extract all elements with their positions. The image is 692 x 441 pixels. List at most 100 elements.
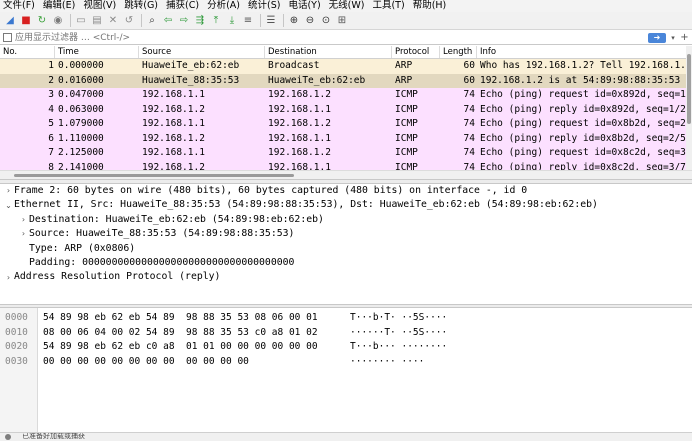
first-packet-icon[interactable]: ⤒: [209, 14, 223, 28]
packet-info: Who has 192.168.1.2? Tell 192.168.1.1: [480, 60, 686, 71]
save-file-icon[interactable]: ▤: [90, 14, 104, 28]
menu-item-10[interactable]: 帮助(H): [413, 0, 447, 12]
packet-no: 7: [48, 147, 54, 158]
column-header-no[interactable]: No.: [0, 46, 55, 58]
detail-row[interactable]: › Frame 2: 60 bytes on wire (480 bits), 6…: [0, 184, 692, 198]
zoom-out-icon[interactable]: ⊖: [303, 14, 317, 28]
detail-row[interactable]: › Source: HuaweiTe_88:35:53 (54:89:98:88:…: [0, 227, 692, 241]
stop-capture-icon[interactable]: ■: [19, 14, 33, 28]
vertical-scrollbar-thumb[interactable]: [687, 54, 691, 124]
menu-item-9[interactable]: 工具(T): [372, 0, 404, 12]
packet-length: 60: [463, 60, 475, 71]
byte-ascii[interactable]: ········ ····: [350, 355, 424, 370]
byte-ascii[interactable]: T···b·T· ··5S····: [350, 311, 447, 326]
expert-info-icon[interactable]: [5, 434, 11, 440]
packet-row[interactable]: 5 1.079000 192.168.1.1 192.168.1.2 ICMP 74 Ech…: [0, 117, 686, 132]
byte-hex[interactable]: 54 89 98 eb 62 eb 54 89 98 88 35 53 08 0…: [43, 311, 318, 326]
find-packet-icon[interactable]: ⌕: [145, 14, 159, 28]
packet-no: 8: [48, 161, 54, 171]
byte-hex[interactable]: 08 00 06 04 00 02 54 89 98 88 35 53 c0 a…: [43, 326, 318, 341]
last-packet-icon[interactable]: ⤓: [225, 14, 239, 28]
menu-item-7[interactable]: 电话(Y): [288, 0, 320, 12]
add-filter-button-icon[interactable]: +: [679, 32, 690, 44]
packet-row[interactable]: 1 0.000000 HuaweiTe_eb:62:eb Broadcast ARP 60…: [0, 59, 686, 74]
detail-text: Destination: HuaweiTe_eb:62:eb (54:89:98…: [29, 213, 324, 225]
packet-time: 1.110000: [58, 132, 104, 144]
detail-row[interactable]: › Destination: HuaweiTe_eb:62:eb (54:89:9…: [0, 213, 692, 227]
packet-length: 74: [463, 132, 475, 144]
packet-source: HuaweiTe_88:35:53: [142, 74, 240, 86]
apply-filter-button[interactable]: ➜: [648, 33, 666, 43]
detail-row[interactable]: Type: ARP (0x0806): [0, 242, 692, 256]
packet-row[interactable]: 3 0.047000 192.168.1.1 192.168.1.2 ICMP 74 Ech…: [0, 88, 686, 103]
horizontal-scrollbar-thumb[interactable]: [14, 174, 294, 177]
packet-list-horizontal-scrollbar[interactable]: [0, 170, 692, 179]
menu-item-0[interactable]: 文件(F): [3, 0, 35, 12]
menu-item-8[interactable]: 无线(W): [329, 0, 365, 12]
menu-item-6[interactable]: 统计(S): [248, 0, 280, 12]
packet-info: Echo (ping) request id=0x8b2d, seq=2/512…: [480, 118, 686, 129]
auto-scroll-icon[interactable]: ≡: [241, 14, 255, 28]
column-header-source[interactable]: Source: [139, 46, 265, 58]
packet-length: 74: [463, 147, 475, 158]
expand-arrow-icon[interactable]: ›: [3, 184, 14, 198]
bytes-row: 0020 54 89 98 eb 62 eb c0 a8 01 01 00 00 …: [0, 340, 692, 355]
byte-hex[interactable]: 00 00 00 00 00 00 00 00 00 00 00 00: [43, 355, 249, 370]
zoom-in-icon[interactable]: ⊕: [287, 14, 301, 28]
menu-item-4[interactable]: 捕获(C): [166, 0, 199, 12]
go-back-icon[interactable]: ⇦: [161, 14, 175, 28]
colorize-icon[interactable]: ☰: [264, 14, 278, 28]
menu-item-5[interactable]: 分析(A): [207, 0, 240, 12]
expand-arrow-icon[interactable]: ›: [18, 227, 29, 241]
reload-file-icon[interactable]: ↺: [122, 14, 136, 28]
resize-columns-icon[interactable]: ⊞: [335, 14, 349, 28]
byte-ascii[interactable]: ······T· ··5S····: [350, 326, 447, 341]
packet-row[interactable]: 7 2.125000 192.168.1.1 192.168.1.2 ICMP 74 Ech…: [0, 146, 686, 161]
packet-length: 74: [463, 118, 475, 129]
packet-list-vertical-scrollbar[interactable]: [686, 46, 692, 170]
detail-text: Frame 2: 60 bytes on wire (480 bits), 60…: [14, 185, 528, 196]
filter-history-dropdown-icon[interactable]: ▾: [668, 32, 678, 44]
column-header-time[interactable]: Time: [55, 46, 139, 58]
byte-ascii[interactable]: T···b··· ········: [350, 340, 447, 355]
close-file-icon[interactable]: ✕: [106, 14, 120, 28]
detail-text: Padding: 0000000000000000000000000000000…: [29, 256, 295, 268]
menu-item-2[interactable]: 视图(V): [83, 0, 116, 12]
detail-row[interactable]: › Address Resolution Protocol (reply): [0, 270, 692, 284]
packet-row[interactable]: 6 1.110000 192.168.1.2 192.168.1.1 ICMP 74 Ech…: [0, 131, 686, 146]
go-to-packet-icon[interactable]: ⇶: [193, 14, 207, 28]
expand-arrow-icon[interactable]: ›: [3, 271, 14, 285]
packet-bytes-pane: 0000 54 89 98 eb 62 eb 54 89 98 88 35 53 …: [0, 308, 692, 432]
column-header-protocol[interactable]: Protocol: [392, 46, 440, 58]
open-file-icon[interactable]: ▭: [74, 14, 88, 28]
normal-size-icon[interactable]: ⊙: [319, 14, 333, 28]
packet-length: 74: [463, 89, 475, 100]
packet-time: 0.063000: [58, 103, 104, 115]
packet-no: 5: [48, 118, 54, 129]
go-forward-icon[interactable]: ⇨: [177, 14, 191, 28]
packet-no: 2: [48, 74, 54, 86]
detail-row[interactable]: Padding: 0000000000000000000000000000000…: [0, 256, 692, 270]
packet-row[interactable]: 2 0.016000 HuaweiTe_88:35:53 HuaweiTe_eb:62…: [0, 73, 686, 88]
byte-hex[interactable]: 54 89 98 eb 62 eb c0 a8 01 01 00 00 00 0…: [43, 340, 318, 355]
packet-row[interactable]: 4 0.063000 192.168.1.2 192.168.1.1 ICMP 74 Ech…: [0, 102, 686, 117]
shark-fin-start-icon[interactable]: ◢: [3, 14, 17, 28]
detail-row[interactable]: ⌄ Ethernet II, Src: HuaweiTe_88:35:53 (54…: [0, 198, 692, 212]
packet-row[interactable]: 8 2.141000 192.168.1.2 192.168.1.1 ICMP 74 Ech…: [0, 160, 686, 171]
capture-options-icon[interactable]: ◉: [51, 14, 65, 28]
packet-destination: 192.168.1.2: [268, 89, 331, 100]
column-header-length[interactable]: Length: [440, 46, 477, 58]
restart-capture-icon[interactable]: ↻: [35, 14, 49, 28]
detail-text: Address Resolution Protocol (reply): [14, 271, 221, 283]
packet-protocol: ICMP: [395, 89, 418, 100]
column-header-info[interactable]: Info: [477, 46, 686, 58]
packet-list-header: No. Time Source Destination Protocol Len…: [0, 46, 686, 59]
packet-length: 74: [463, 161, 475, 171]
menu-item-3[interactable]: 跳转(G): [124, 0, 158, 12]
collapse-arrow-icon[interactable]: ⌄: [3, 199, 14, 213]
menu-item-1[interactable]: 编辑(E): [43, 0, 75, 12]
display-filter-input[interactable]: [2, 32, 646, 44]
column-header-destination[interactable]: Destination: [265, 46, 392, 58]
expand-arrow-icon[interactable]: ›: [18, 213, 29, 227]
packet-destination: 192.168.1.1: [268, 161, 331, 171]
